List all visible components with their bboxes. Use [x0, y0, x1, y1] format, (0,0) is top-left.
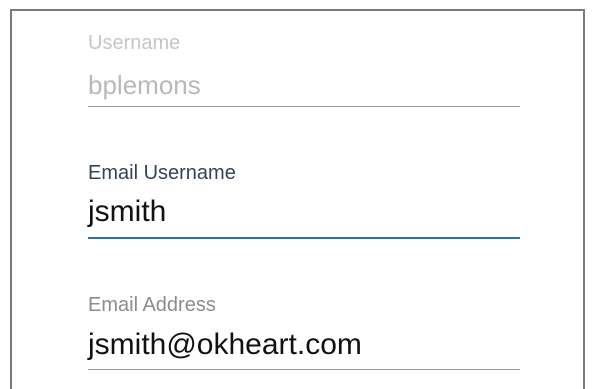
form-card: Username bplemons Email Username jsmith … — [10, 9, 585, 389]
username-label: Username — [88, 32, 181, 54]
username-field: Username bplemons — [88, 31, 520, 111]
email-address-underline — [88, 369, 520, 370]
email-address-input[interactable]: jsmith@okheart.com — [88, 327, 362, 363]
email-username-field[interactable]: Email Username jsmith — [88, 161, 520, 243]
email-address-field[interactable]: Email Address jsmith@okheart.com — [88, 293, 520, 373]
email-username-input[interactable]: jsmith — [88, 194, 166, 230]
username-underline — [88, 106, 520, 107]
email-address-label: Email Address — [88, 294, 216, 316]
email-username-underline — [88, 237, 520, 239]
email-username-label: Email Username — [88, 162, 236, 184]
username-input: bplemons — [88, 70, 201, 100]
